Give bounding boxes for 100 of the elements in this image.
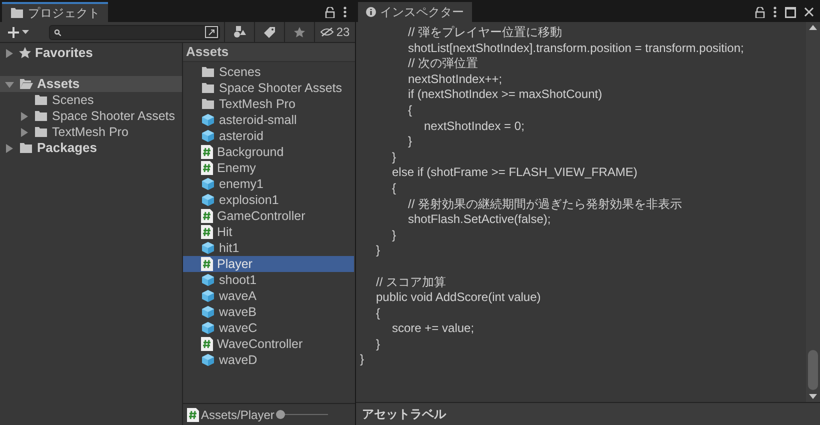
cube-icon: [201, 241, 215, 255]
asset-item[interactable]: TextMesh Pro: [183, 96, 354, 112]
asset-item[interactable]: Enemy: [183, 160, 354, 176]
project-tab[interactable]: プロジェクト: [2, 2, 108, 22]
scrollbar-thumb[interactable]: [808, 350, 818, 390]
lock-icon[interactable]: [325, 6, 335, 18]
asset-item[interactable]: Hit: [183, 224, 354, 240]
code-line: }: [360, 352, 364, 368]
more-icon[interactable]: [343, 6, 347, 18]
asset-item[interactable]: Scenes: [183, 64, 354, 80]
star-icon: [19, 47, 31, 59]
code-line: // 弾をプレイヤー位置に移動: [407, 25, 562, 41]
lock-icon[interactable]: [755, 6, 765, 18]
tree-item[interactable]: Scenes: [0, 92, 182, 108]
code-line: }: [407, 134, 412, 150]
folder-icon: [34, 126, 48, 138]
search-mode-icon[interactable]: [205, 26, 218, 38]
asset-item[interactable]: waveB: [183, 304, 354, 320]
script-icon: [201, 145, 213, 159]
asset-item[interactable]: waveD: [183, 352, 354, 368]
plus-icon: [8, 26, 19, 38]
asset-labels-title: アセットラベル: [362, 406, 446, 423]
scrollbar[interactable]: [806, 22, 820, 403]
folder-icon: [19, 78, 33, 90]
code-line: if (nextShotIndex >= maxShotCount): [407, 87, 602, 103]
cube-icon: [201, 321, 215, 335]
code-line: nextShotIndex++;: [407, 72, 502, 88]
code-line: else if (shotFrame >= FLASH_VIEW_FRAME): [391, 165, 638, 181]
code-line: shotFlash.SetActive(false);: [407, 212, 551, 228]
script-icon: [201, 161, 213, 175]
code-line: // 発射効果の継続期間が過ぎたら発射効果を非表示: [407, 196, 682, 212]
slider-thumb[interactable]: [276, 410, 286, 419]
asset-item[interactable]: asteroid-small: [183, 112, 354, 128]
cube-icon: [201, 177, 215, 191]
tree-item[interactable]: Packages: [0, 140, 182, 156]
code-line: {: [407, 102, 412, 119]
script-icon: [187, 408, 199, 422]
code-line: // スコア加算: [375, 274, 446, 290]
asset-item[interactable]: hit1: [183, 240, 354, 256]
more-icon[interactable]: [773, 6, 777, 18]
code-line: public void AddScore(int value): [375, 290, 541, 306]
search-field[interactable]: [49, 24, 220, 40]
code-line: score += value;: [391, 321, 474, 337]
asset-item[interactable]: waveC: [183, 320, 354, 336]
code-line: {: [391, 180, 396, 197]
asset-item[interactable]: WaveController: [183, 336, 354, 352]
scroll-up-icon[interactable]: [809, 25, 817, 30]
script-icon: [201, 209, 213, 223]
asset-item[interactable]: Space Shooter Assets: [183, 80, 354, 96]
asset-item[interactable]: enemy1: [183, 176, 354, 192]
folder-icon: [34, 94, 48, 106]
tree-item[interactable]: Space Shooter Assets: [0, 108, 182, 124]
tag-icon: [264, 26, 275, 38]
search-icon: [54, 28, 61, 36]
code-line: shotList[nextShotIndex].transform.position = transform.position;: [407, 40, 744, 56]
folder-icon: [10, 7, 24, 19]
star-icon: [294, 26, 305, 38]
folder-icon: [201, 98, 215, 110]
code-line: }: [391, 150, 396, 166]
asset-item[interactable]: Background: [183, 144, 354, 160]
folder-icon: [201, 82, 215, 94]
close-icon[interactable]: [804, 7, 814, 17]
selected-path: Assets/Player: [201, 406, 274, 424]
cube-icon: [201, 353, 215, 367]
folder-icon: [34, 110, 48, 122]
list-header: Assets: [183, 43, 355, 62]
code-line: }: [375, 336, 380, 352]
asset-item[interactable]: GameController: [183, 208, 354, 224]
info-icon: [366, 7, 376, 17]
eye-slash-icon: [320, 27, 334, 37]
folder-icon: [201, 66, 215, 78]
hidden-packages-button[interactable]: 23: [314, 22, 355, 42]
script-icon: [201, 257, 213, 271]
script-icon: [201, 225, 213, 239]
cube-icon: [201, 289, 215, 303]
cube-icon: [201, 305, 215, 319]
asset-item[interactable]: explosion1: [183, 192, 354, 208]
cube-icon: [201, 193, 215, 207]
code-line: {: [375, 306, 380, 322]
code-line: // 次の弾位置: [407, 56, 478, 72]
code-line: }: [375, 243, 380, 259]
cube-icon: [201, 273, 215, 287]
asset-item[interactable]: shoot1: [183, 272, 354, 288]
folder-icon: [19, 142, 33, 154]
scroll-down-icon[interactable]: [809, 394, 817, 399]
tree-item[interactable]: Favorites: [0, 45, 182, 61]
asset-item[interactable]: Player: [183, 256, 354, 272]
collapsed-arrow-icon[interactable]: [5, 48, 14, 58]
expanded-arrow-icon[interactable]: [5, 80, 14, 88]
caret-icon: [22, 30, 29, 34]
asset-item[interactable]: waveA: [183, 288, 354, 304]
script-icon: [201, 337, 213, 351]
cube-icon: [201, 129, 215, 143]
inspector-tab[interactable]: インスペクター: [358, 2, 472, 22]
tree-item[interactable]: Assets: [0, 76, 182, 92]
tree-item[interactable]: TextMesh Pro: [0, 124, 182, 140]
code-line: nextShotIndex = 0;: [423, 118, 524, 134]
asset-item[interactable]: asteroid: [183, 128, 354, 144]
maximize-icon[interactable]: [785, 6, 796, 18]
icon-size-slider[interactable]: [276, 410, 328, 420]
